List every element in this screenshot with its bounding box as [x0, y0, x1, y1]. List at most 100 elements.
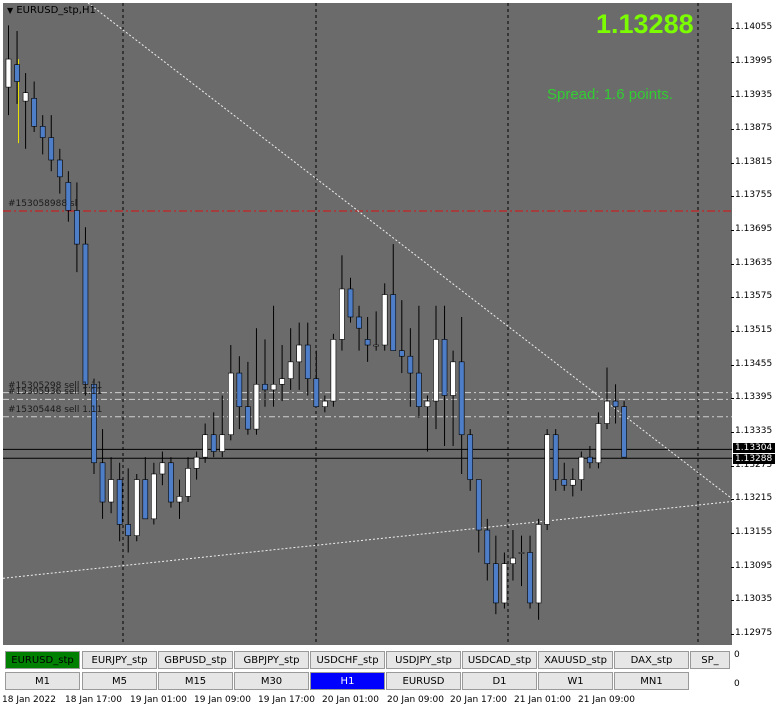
- symbol-button-gbpjpy-stp[interactable]: GBPJPY_stp: [234, 651, 309, 669]
- candle: [578, 451, 585, 491]
- candle: [74, 182, 80, 273]
- timeframe-button-m15[interactable]: M15: [158, 672, 233, 690]
- candle-body: [287, 361, 294, 379]
- price-tick-label: 1.13995: [730, 55, 773, 66]
- timeframe-button-m1[interactable]: M1: [5, 672, 80, 690]
- timeframe-button-h1[interactable]: H1: [310, 672, 385, 690]
- candle: [416, 305, 422, 418]
- candle: [313, 350, 320, 408]
- candle: [31, 81, 37, 132]
- candle-body: [424, 400, 431, 408]
- candle-body: [22, 92, 29, 102]
- time-tick-label: 21 Jan 09:00: [578, 695, 635, 705]
- symbol-button-dax-stp[interactable]: DAX_stp: [614, 651, 689, 669]
- candle-body: [185, 468, 191, 497]
- candle: [518, 535, 525, 587]
- candle: [356, 305, 362, 351]
- timeframe-button-d1[interactable]: D1: [462, 672, 537, 690]
- symbol-button-usdjpy-stp[interactable]: USDJPY_stp: [386, 651, 461, 669]
- chart-plot-area[interactable]: ▼ EURUSD_stp,H1 1.13288 Spread: 1.6 poin…: [3, 3, 732, 645]
- time-tick-label: 19 Jan 01:00: [130, 695, 187, 705]
- subwindow-axis-bottom: 0: [734, 679, 740, 689]
- candle-body: [210, 434, 217, 452]
- button-panel: EURUSD_stp EURJPY_stp GBPUSD_stp GBPJPY_stp…: [3, 650, 732, 692]
- candle-body: [56, 159, 63, 178]
- candle-body: [279, 378, 285, 385]
- candle: [22, 73, 29, 149]
- candle-body: [527, 552, 533, 604]
- symbol-button-eurusd-stp[interactable]: EURUSD_stp: [5, 651, 80, 669]
- candle-body: [99, 462, 106, 503]
- price-tick-label: 1.13455: [730, 358, 773, 369]
- candle: [364, 316, 371, 362]
- candle-body: [313, 378, 320, 408]
- candle-body: [569, 479, 576, 486]
- candle: [493, 535, 499, 615]
- symbol-button-xauusd-stp[interactable]: XAUUSD_stp: [538, 651, 613, 669]
- candle: [287, 328, 294, 390]
- price-tick-label: 1.13155: [730, 526, 773, 537]
- candle: [176, 479, 183, 519]
- candle-body: [322, 400, 328, 408]
- symbol-button-gbpusd-stp[interactable]: GBPUSD_stp: [158, 651, 233, 669]
- candle-body: [561, 479, 568, 486]
- candle-body: [381, 294, 388, 346]
- candle: [484, 518, 491, 581]
- price-tick-label: 1.13875: [730, 123, 773, 134]
- symbol-timeframe-label: EURUSD_stp,H1: [16, 5, 96, 16]
- candle: [133, 473, 140, 542]
- big-price-readout: 1.13288: [596, 9, 694, 39]
- timeframe-button-m30[interactable]: M30: [234, 672, 309, 690]
- candle: [373, 311, 379, 351]
- time-axis[interactable]: 18 Jan 2022 18 Jan 17:00 19 Jan 01:00 19 Ja…: [0, 693, 776, 712]
- candle-body: [14, 64, 20, 82]
- candle-body: [236, 372, 243, 408]
- candle-body: [398, 350, 405, 357]
- candle: [210, 412, 217, 458]
- candle: [527, 535, 533, 609]
- candle-body: [82, 243, 89, 385]
- symbol-button-usdchf-stp[interactable]: USDCHF_stp: [310, 651, 385, 669]
- price-tick-label: 1.14055: [730, 22, 773, 33]
- time-tick-label: 19 Jan 09:00: [194, 695, 251, 705]
- candle-body: [595, 423, 602, 464]
- timeframe-button-w1[interactable]: W1: [538, 672, 613, 690]
- time-tick-label: 18 Jan 17:00: [65, 695, 122, 705]
- candle-body: [253, 383, 260, 430]
- time-tick-label: 20 Jan 09:00: [387, 695, 444, 705]
- candle-body: [544, 434, 550, 525]
- timeframe-button-m5[interactable]: M5: [82, 672, 157, 690]
- candle-body: [330, 339, 337, 402]
- candle: [510, 530, 516, 581]
- candle: [347, 277, 354, 323]
- candle: [193, 451, 200, 480]
- candle: [159, 451, 166, 486]
- trendline-descending: [87, 3, 732, 500]
- candle-body: [364, 339, 371, 346]
- order-label: #15305448 sell 1.11: [8, 404, 103, 415]
- candle: [48, 115, 55, 172]
- candle-body: [356, 316, 362, 329]
- candle: [236, 356, 243, 430]
- candle-body: [108, 479, 114, 503]
- time-tick-label: 20 Jan 17:00: [450, 695, 507, 705]
- candle: [433, 305, 439, 430]
- price-axis[interactable]: 1.14055 1.13995 1.13935 1.13875 1.13815 1.137…: [730, 0, 776, 660]
- candle-body: [416, 372, 422, 408]
- candle: [458, 316, 465, 474]
- symbol-button-sp-[interactable]: SP_: [690, 651, 730, 669]
- symbol-button-eurjpy-stp[interactable]: EURJPY_stp: [82, 651, 157, 669]
- candle: [168, 457, 174, 508]
- candle-body: [116, 479, 123, 525]
- candle: [424, 395, 431, 452]
- symbol-button-usdcad-stp[interactable]: USDCAD_stp: [462, 651, 537, 669]
- candle: [116, 462, 123, 542]
- candle: [501, 552, 508, 609]
- timeframe-button-mn1[interactable]: MN1: [614, 672, 689, 690]
- candle: [219, 395, 226, 458]
- candle-body: [176, 496, 183, 503]
- candle-body: [535, 524, 542, 604]
- candle: [407, 328, 414, 407]
- candle-body: [518, 552, 525, 554]
- timeframe-button-eurusd[interactable]: EURUSD: [386, 672, 461, 690]
